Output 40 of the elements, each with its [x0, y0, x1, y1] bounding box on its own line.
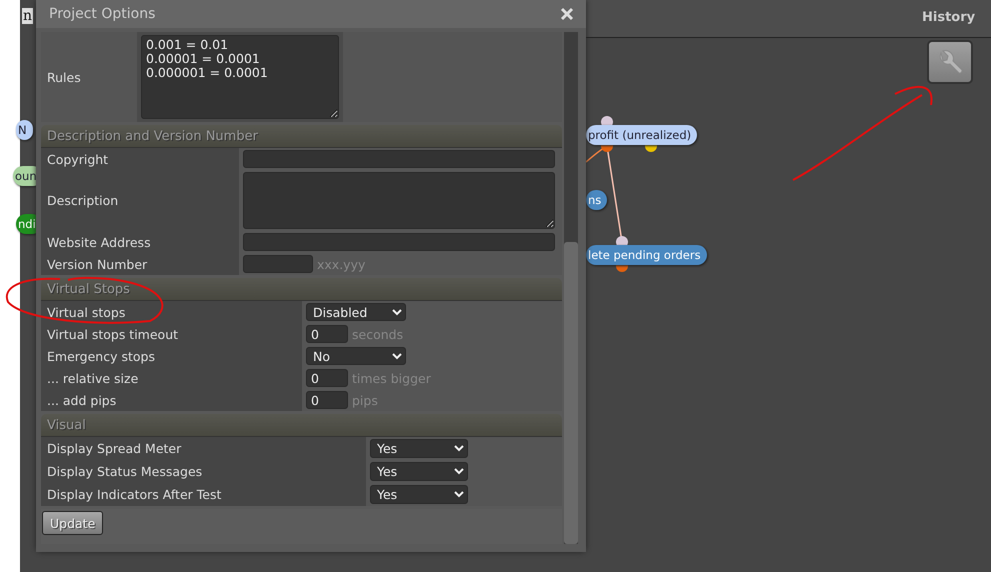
text-field[interactable]	[243, 233, 555, 251]
field-label: Copyright	[47, 152, 108, 166]
close-icon	[560, 7, 574, 21]
number-field[interactable]: 0	[306, 391, 348, 409]
field-label: Description	[47, 193, 118, 208]
dropdown[interactable]: Yes	[370, 439, 468, 458]
field-label: Display Status Messages	[47, 464, 202, 479]
close-button[interactable]	[560, 7, 574, 21]
history-label[interactable]: History	[922, 10, 976, 25]
field-label: Virtual stops timeout	[47, 326, 178, 342]
field-label: ... add pips	[47, 392, 116, 408]
field-label: Rules	[46, 70, 82, 84]
field-label: Display Indicators After Test	[47, 487, 222, 502]
text-field[interactable]	[243, 150, 555, 168]
field-label: ... relative size	[47, 370, 138, 386]
flow-node[interactable]: N	[16, 120, 33, 140]
scrollbar[interactable]	[564, 32, 578, 544]
number-field[interactable]: 0	[306, 325, 348, 343]
dropdown[interactable]: No	[306, 347, 406, 365]
description-field[interactable]	[243, 172, 555, 229]
field-label: Virtual stops	[47, 304, 126, 320]
section-header: Visual	[41, 414, 562, 437]
rules-field[interactable]: 0.001 = 0.01 0.00001 = 0.0001 0.000001 = 0.0001	[141, 35, 339, 119]
dropdown[interactable]: Disabled	[306, 303, 406, 321]
field-label: Website Address	[47, 234, 151, 250]
field-label: Version Number	[47, 256, 148, 272]
settings-button[interactable]	[927, 40, 973, 84]
section-header: Description and Version Number	[41, 125, 562, 148]
version-field[interactable]	[243, 255, 313, 273]
dropdown[interactable]: Yes	[370, 462, 468, 481]
tab-label: n	[22, 8, 34, 24]
dialog-title: Project Options	[49, 6, 156, 22]
field-label: Display Spread Meter	[47, 441, 182, 456]
flow-node[interactable]: ns	[586, 190, 608, 210]
flow-node[interactable]: lete pending orders	[586, 245, 707, 265]
section-header: Virtual Stops	[41, 278, 562, 301]
dropdown[interactable]: Yes	[370, 485, 468, 504]
field-label: Emergency stops	[47, 348, 155, 364]
flow-node[interactable]: profit (unrealized)	[586, 125, 698, 145]
number-field[interactable]: 0	[306, 369, 348, 387]
